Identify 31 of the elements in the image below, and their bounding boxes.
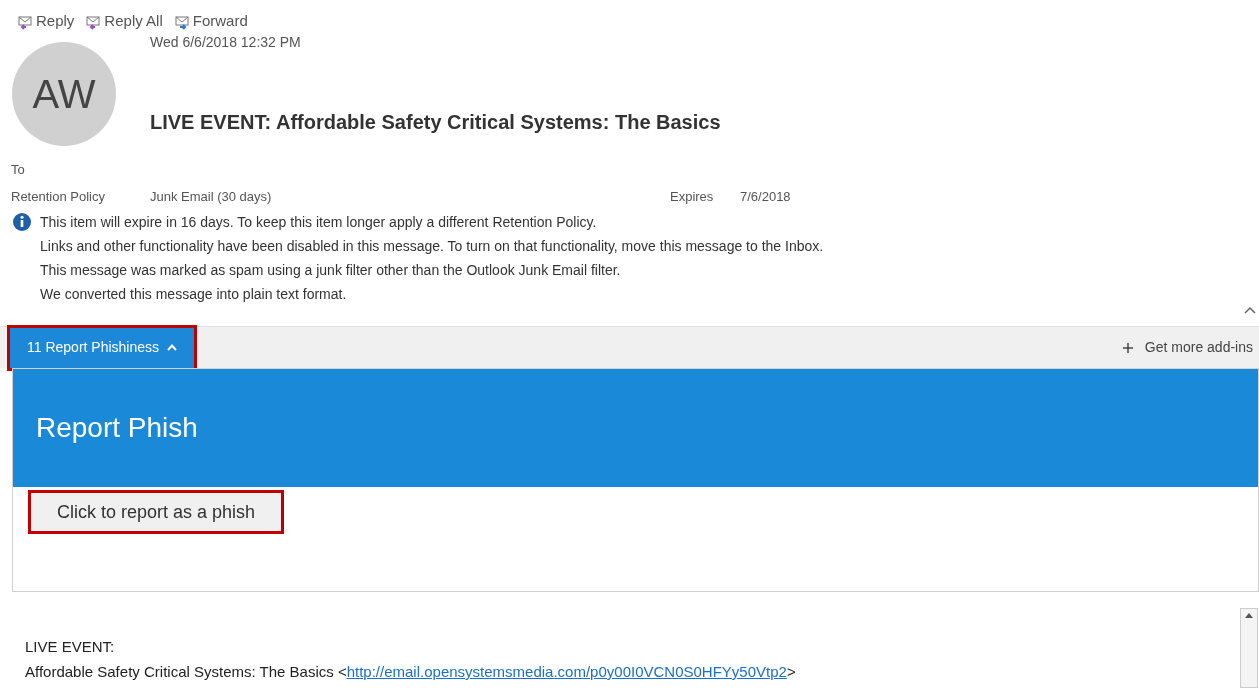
caret-icon xyxy=(167,344,178,351)
retention-label: Retention Policy xyxy=(11,188,106,207)
retention-value: Junk Email (30 days) xyxy=(150,188,273,207)
email-link[interactable]: http://email.opensystemsmedia.com/p0y00I0VCN0S0HFYy50Vtp2 xyxy=(346,663,787,680)
get-more-addins-button[interactable]: Get more add-ins xyxy=(1122,337,1253,358)
to-label: To xyxy=(10,161,25,179)
info-message: Links and other functionality have been disabled in this message. To turn on that functionality, move this message to the Inbox. xyxy=(40,237,824,256)
report-phish-button[interactable]: Click to report as a phish xyxy=(31,493,282,531)
expires-label: Expires xyxy=(670,188,715,207)
info-message: We converted this message into plain text format. xyxy=(40,285,348,304)
info-message: This item will expire in 16 days. To keep this item longer apply a different Retention Policy. xyxy=(40,213,598,232)
expires-value: 7/6/2018 xyxy=(740,188,791,207)
toolbar-forward-button[interactable]: Forward xyxy=(174,9,248,34)
scroll-up-icon[interactable] xyxy=(1245,613,1253,618)
info-message: This message was marked as spam using a junk filter other than the Outlook Junk Email filter. xyxy=(40,261,622,280)
scrollbar[interactable] xyxy=(1240,608,1258,688)
body-text: LIVE EVENT: xyxy=(25,637,115,657)
info-icon xyxy=(12,212,32,232)
panel-title: Report Phish xyxy=(36,411,198,445)
addin-tab[interactable]: 11 Report Phishiness xyxy=(10,327,195,368)
envelope-icon xyxy=(174,13,191,30)
envelope-icon xyxy=(86,13,103,30)
toolbar-reply-all-button[interactable]: Reply All xyxy=(86,9,163,34)
message-subject: LIVE EVENT: Affordable Safety Critical Systems: The Basics xyxy=(150,110,721,135)
message-date: Wed 6/6/2018 12:32 PM xyxy=(150,33,302,52)
envelope-icon xyxy=(18,13,34,30)
body-text: Affordable Safety Critical Systems: The Basics <http://email.opensystemsmedia.com/p0y00I0VCN0S0HFYy50Vtp2> xyxy=(25,662,796,682)
avatar-initials: AW xyxy=(32,71,96,118)
toolbar-reply-button[interactable]: Reply xyxy=(18,9,75,34)
collapse-icon[interactable] xyxy=(1244,306,1256,314)
plus-icon xyxy=(1122,342,1133,353)
